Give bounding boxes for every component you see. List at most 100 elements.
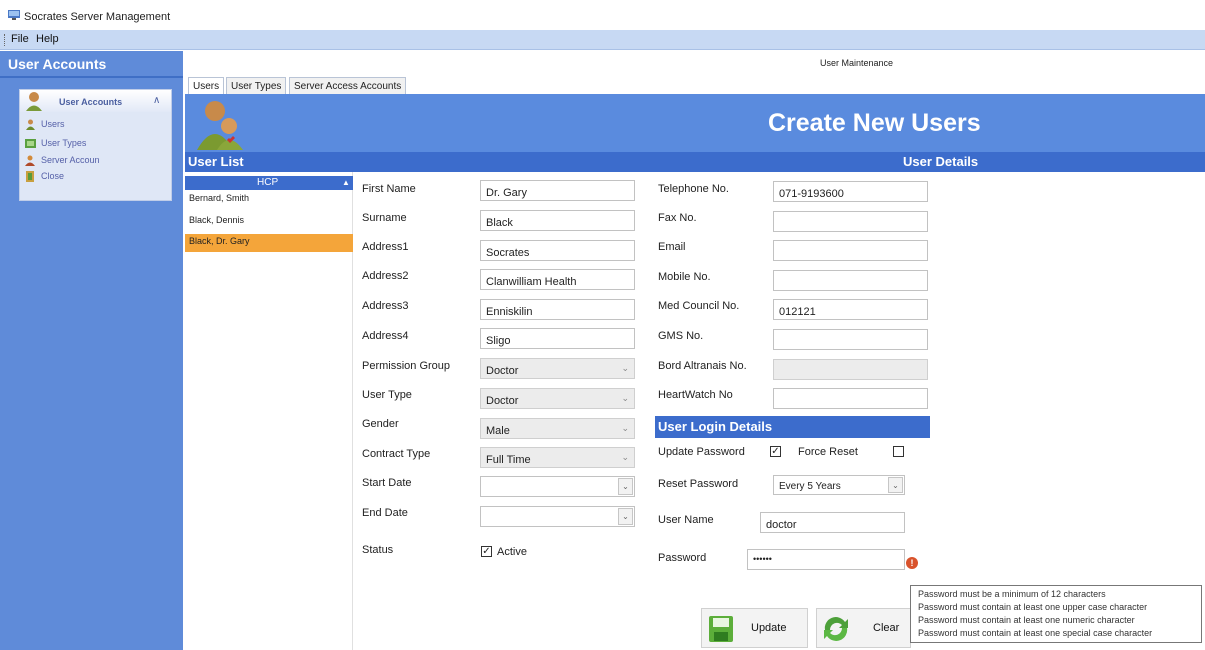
tooltip-line: Password must contain at least one speci… <box>918 628 1153 638</box>
tab-users[interactable]: Users <box>188 77 225 95</box>
address3-field[interactable]: Enniskilin <box>480 299 635 320</box>
update-password-label: Update Password <box>658 446 745 458</box>
contract-type-select[interactable]: Full Time ⌄ <box>480 447 635 468</box>
address4-field[interactable]: Sligo <box>480 328 635 349</box>
collapse-chevron-icon[interactable]: ∧ <box>153 95 160 106</box>
mobile-label: Mobile No. <box>658 271 711 283</box>
chevron-down-icon: ⌄ <box>621 423 629 433</box>
user-details-title: User Details <box>903 154 979 169</box>
surname-field[interactable]: Black <box>480 210 635 231</box>
gender-select[interactable]: Male ⌄ <box>480 418 635 439</box>
banner-title: Create New Users <box>768 109 981 137</box>
chevron-down-icon[interactable]: ⌄ <box>888 477 903 493</box>
med-council-field[interactable]: 012121 <box>773 299 928 320</box>
mobile-field[interactable] <box>773 270 928 291</box>
clear-button[interactable]: Clear <box>816 608 911 648</box>
list-item[interactable]: Bernard, Smith <box>185 191 353 209</box>
field-value: 071-9193600 <box>779 188 844 200</box>
address2-field[interactable]: Clanwilliam Health <box>480 269 635 290</box>
tab-user-types[interactable]: User Types <box>226 77 287 95</box>
sidebar-title: User Accounts <box>8 56 107 72</box>
gms-label: GMS No. <box>658 330 704 342</box>
permission-group-select[interactable]: Doctor ⌄ <box>480 358 635 379</box>
surname-label: Surname <box>362 212 407 224</box>
username-label: User Name <box>658 514 714 526</box>
user-list: HCP ▲ Bernard, Smith Black, Dennis Black… <box>185 172 353 650</box>
list-item-label: Black, Dennis <box>189 215 245 225</box>
banner: Create New Users <box>185 94 1205 152</box>
window-label: User Maintenance <box>820 58 894 68</box>
user-accounts-icon <box>26 92 42 111</box>
field-value: Sligo <box>486 335 511 347</box>
end-date-picker[interactable]: ⌄ <box>480 506 635 527</box>
force-reset-checkbox[interactable] <box>893 446 904 457</box>
contract-type-label: Contract Type <box>362 448 431 460</box>
telephone-field[interactable]: 071-9193600 <box>773 181 928 202</box>
date-dropdown-icon[interactable]: ⌄ <box>618 508 633 525</box>
user-types-icon <box>25 139 36 148</box>
login-details-title: User Login Details <box>658 419 773 434</box>
users-banner-icon <box>197 101 243 150</box>
field-value: Every 5 Years <box>779 481 841 492</box>
username-field[interactable]: doctor <box>760 512 905 533</box>
heartwatch-field[interactable] <box>773 388 928 409</box>
update-password-checkbox[interactable]: ✓ <box>770 446 781 457</box>
nav-panel-header[interactable]: User Accounts ∧ <box>20 90 171 112</box>
tooltip-line: Password must contain at least one numer… <box>918 615 1135 625</box>
first-name-field[interactable]: Dr. Gary <box>480 180 635 201</box>
fax-label: Fax No. <box>658 212 697 224</box>
menu-file[interactable]: File <box>11 33 29 45</box>
fax-field[interactable] <box>773 211 928 232</box>
first-name-label: First Name <box>362 183 416 195</box>
password-rules-tooltip: Password must be a minimum of 12 charact… <box>910 585 1202 643</box>
start-date-picker[interactable]: ⌄ <box>480 476 635 497</box>
password-label: Password <box>658 552 707 564</box>
bord-altranais-field[interactable] <box>773 359 928 380</box>
update-button[interactable]: Update <box>701 608 808 648</box>
gender-label: Gender <box>362 418 399 430</box>
address3-label: Address3 <box>362 300 409 312</box>
sidebar-item-users[interactable]: Users <box>20 117 171 133</box>
permission-group-label: Permission Group <box>362 360 451 372</box>
sidebar-item-server-access[interactable]: Server Accoun <box>20 153 171 169</box>
reset-password-select[interactable]: Every 5 Years ⌄ <box>773 475 905 495</box>
server-access-icon <box>25 155 35 166</box>
field-value: Dr. Gary <box>486 187 527 199</box>
sidebar-item-close[interactable]: Close <box>20 169 171 185</box>
save-icon <box>709 616 733 642</box>
field-value: Male <box>486 425 510 437</box>
reset-password-label: Reset Password <box>658 478 739 490</box>
date-dropdown-icon[interactable]: ⌄ <box>618 478 633 495</box>
status-label: Status <box>362 544 394 556</box>
field-value: 012121 <box>779 306 816 318</box>
med-council-label: Med Council No. <box>658 300 740 312</box>
address1-field[interactable]: Socrates <box>480 240 635 261</box>
login-details-header: User Login Details <box>655 416 930 438</box>
sidebar-item-label: Close <box>41 171 65 181</box>
app-icon <box>8 10 20 20</box>
list-item[interactable]: Black, Dennis <box>185 213 353 231</box>
user-type-select[interactable]: Doctor ⌄ <box>480 388 635 409</box>
field-value: Doctor <box>486 395 519 407</box>
sidebar-item-user-types[interactable]: User Types <box>20 136 171 152</box>
column-header-hcp[interactable]: HCP ▲ <box>185 176 353 190</box>
address1-label: Address1 <box>362 241 409 253</box>
chevron-down-icon: ⌄ <box>621 363 629 373</box>
tab-server-access-accounts[interactable]: Server Access Accounts <box>289 77 407 95</box>
chevron-down-icon: ⌄ <box>621 452 629 462</box>
nav-panel-title: User Accounts <box>59 97 123 107</box>
field-value: Enniskilin <box>486 306 533 318</box>
email-field[interactable] <box>773 240 928 261</box>
email-label: Email <box>658 241 686 253</box>
gms-field[interactable] <box>773 329 928 350</box>
list-item-selected[interactable]: Black, Dr. Gary <box>185 234 353 252</box>
window-title: Socrates Server Management <box>24 11 171 23</box>
menu-help[interactable]: Help <box>36 33 59 45</box>
sidebar-item-label: Server Accoun <box>41 155 100 165</box>
main-header: User Maintenance <box>185 51 1205 75</box>
active-checkbox[interactable]: ✓ <box>481 546 492 557</box>
password-field[interactable]: •••••• <box>747 549 905 570</box>
error-icon[interactable]: ! <box>906 557 918 569</box>
end-date-label: End Date <box>362 507 408 519</box>
address2-label: Address2 <box>362 270 409 282</box>
